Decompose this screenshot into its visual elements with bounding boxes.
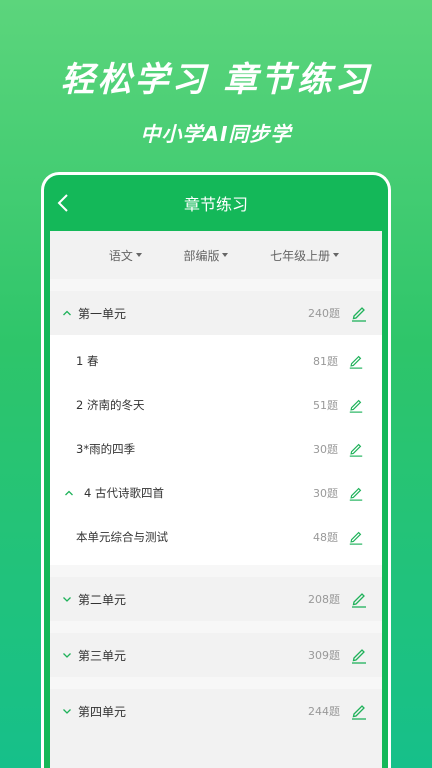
lesson-row[interactable]: 2 济南的冬天 51题: [50, 383, 382, 427]
question-count: 81题: [313, 355, 338, 368]
lesson-title: 1 春: [76, 354, 99, 368]
edit-pencil-icon[interactable]: [350, 702, 368, 720]
subject-filter[interactable]: 语文: [109, 247, 142, 264]
unit-title: 第一单元: [78, 306, 127, 321]
caret-down-icon: [333, 253, 340, 257]
edit-pencil-icon[interactable]: [348, 529, 364, 545]
edition-filter[interactable]: 部编版: [183, 247, 229, 264]
hero-subtitle: 中小学AI同步学: [140, 122, 292, 146]
chevron-down-icon: [63, 597, 71, 602]
unit-row[interactable]: 第三单元 309题: [50, 633, 382, 677]
hero-title: 轻松学习 章节练习: [60, 60, 372, 100]
nav-bar: 章节练习: [44, 175, 388, 231]
caret-down-icon: [222, 253, 229, 257]
lesson-title: 2 济南的冬天: [76, 398, 145, 412]
question-count: 51题: [313, 399, 338, 412]
chevron-up-icon: [65, 490, 73, 496]
grade-filter-label: 七年级上册: [270, 248, 331, 263]
lesson-row[interactable]: 1 春 81题: [50, 339, 382, 383]
page-title: 章节练习: [183, 195, 248, 214]
chevron-up-icon: [63, 310, 71, 316]
question-count: 240题: [308, 307, 340, 320]
edit-pencil-icon[interactable]: [348, 397, 364, 413]
lesson-title: 3*雨的四季: [76, 442, 136, 456]
divider: [50, 677, 382, 689]
lesson-title: 本单元综合与测试: [76, 530, 168, 544]
unit-title: 第四单元: [78, 704, 127, 719]
lesson-title: 4 古代诗歌四首: [84, 486, 164, 500]
divider: [50, 565, 382, 577]
divider: [50, 621, 382, 633]
caret-down-icon: [135, 253, 142, 257]
question-count: 30题: [313, 487, 338, 500]
chevron-down-icon: [63, 709, 71, 714]
edit-pencil-icon[interactable]: [348, 441, 364, 457]
divider: [50, 279, 382, 291]
unit-row[interactable]: 第一单元 240题: [50, 291, 382, 335]
edit-pencil-icon[interactable]: [350, 590, 368, 608]
edit-pencil-icon[interactable]: [348, 485, 364, 501]
phone-frame: 章节练习 语文 部编版 七年级上册 第一单元 240题 1 春 81题 2 济南…: [41, 172, 391, 768]
content-area: 语文 部编版 七年级上册 第一单元 240题 1 春 81题 2 济南的冬天 5…: [50, 231, 382, 768]
edit-pencil-icon[interactable]: [350, 304, 368, 322]
unit-row[interactable]: 第二单元 208题: [50, 577, 382, 621]
question-count: 208题: [308, 593, 340, 606]
edit-pencil-icon[interactable]: [350, 646, 368, 664]
question-count: 48题: [313, 531, 338, 544]
lesson-list: 1 春 81题 2 济南的冬天 51题 3*雨的四季 30题 4 古代诗歌四首 …: [50, 335, 382, 565]
unit-title: 第三单元: [78, 648, 127, 663]
question-count: 30题: [313, 443, 338, 456]
question-count: 309题: [308, 649, 340, 662]
lesson-row[interactable]: 4 古代诗歌四首 30题: [50, 471, 382, 515]
unit-row[interactable]: 第四单元 244题: [50, 689, 382, 733]
lesson-row[interactable]: 3*雨的四季 30题: [50, 427, 382, 471]
edit-pencil-icon[interactable]: [348, 353, 364, 369]
back-arrow-icon[interactable]: [54, 191, 74, 215]
question-count: 244题: [308, 705, 340, 718]
subject-filter-label: 语文: [108, 248, 133, 263]
lesson-row[interactable]: 本单元综合与测试 48题: [50, 515, 382, 559]
edition-filter-label: 部编版: [183, 248, 220, 263]
chevron-down-icon: [63, 653, 71, 658]
unit-title: 第二单元: [78, 592, 127, 607]
grade-filter[interactable]: 七年级上册: [270, 247, 340, 264]
filter-bar: 语文 部编版 七年级上册: [50, 231, 382, 279]
